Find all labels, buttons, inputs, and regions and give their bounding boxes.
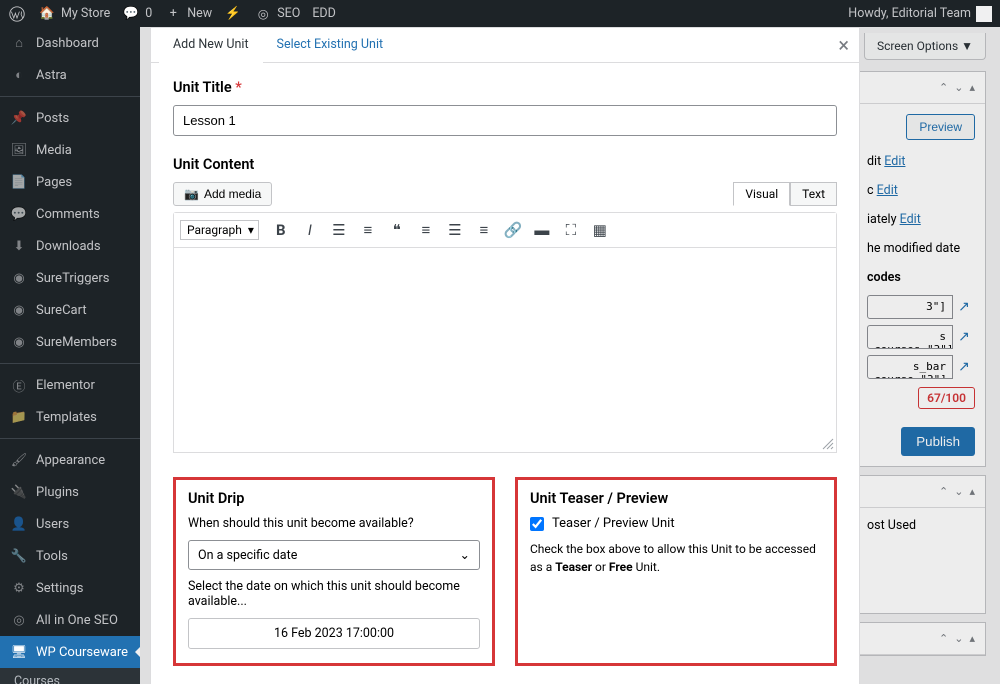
sidebar-item-dashboard[interactable]: ⌂Dashboard [0, 27, 140, 59]
seo-icon: ◎ [254, 5, 272, 23]
home-icon: 🏠 [38, 5, 56, 23]
site-home[interactable]: 🏠 My Store [38, 5, 110, 23]
admin-sidebar: ⌂Dashboard ◐Astra 📌Posts 🖼Media 📄Pages 💬… [0, 27, 140, 684]
plus-icon: + [164, 5, 182, 23]
courseware-icon: 🖥 [10, 643, 28, 661]
dashboard-icon: ⌂ [10, 34, 28, 52]
sidebar-item-elementor[interactable]: ⒺElementor [0, 369, 140, 401]
sidebar-item-tools[interactable]: 🔧Tools [0, 540, 140, 572]
page-icon: 📄 [10, 173, 28, 191]
insert-more-button[interactable]: ▬ [529, 217, 555, 243]
unit-teaser-title: Unit Teaser / Preview [530, 490, 822, 507]
admin-toolbar: 🏠 My Store 💬0 +New ⚡ ◎SEO EDD Howdy, Edit… [0, 0, 1000, 27]
toolbar-toggle-button[interactable]: ▦ [587, 217, 613, 243]
close-icon[interactable]: × [838, 35, 849, 55]
performance-icon: ⚡ [224, 5, 242, 23]
members-icon: ◉ [10, 333, 28, 351]
sidebar-item-appearance[interactable]: 🖌Appearance [0, 444, 140, 476]
elementor-icon: Ⓔ [10, 376, 28, 394]
sidebar-item-surecart[interactable]: ◉SureCart [0, 294, 140, 326]
sidebar-item-posts[interactable]: 📌Posts [0, 102, 140, 134]
brush-icon: 🖌 [10, 451, 28, 469]
cart-icon: ◉ [10, 301, 28, 319]
editor-textarea[interactable] [173, 248, 837, 453]
unit-modal: Add New Unit Select Existing Unit × Unit… [150, 27, 860, 684]
sidebar-item-pages[interactable]: 📄Pages [0, 166, 140, 198]
seo-menu[interactable]: ◎SEO [254, 5, 300, 23]
unit-content-label: Unit Content [173, 156, 837, 173]
sidebar-item-settings[interactable]: ⚙Settings [0, 572, 140, 604]
sidebar-item-users[interactable]: 👤Users [0, 508, 140, 540]
performance[interactable]: ⚡ [224, 5, 242, 23]
chevron-down-icon: ⌄ [460, 547, 470, 563]
trigger-icon: ◉ [10, 269, 28, 287]
unit-title-label: Unit Title * [173, 79, 837, 96]
unit-drip-box: Unit Drip When should this unit become a… [173, 477, 495, 666]
add-media-button[interactable]: 📷Add media [173, 182, 272, 206]
comment-icon: 💬 [122, 5, 140, 23]
avatar-icon [976, 6, 992, 22]
sidebar-item-suretriggers[interactable]: ◉SureTriggers [0, 262, 140, 294]
italic-button[interactable]: I [297, 217, 323, 243]
fullscreen-button[interactable]: ⛶ [558, 217, 584, 243]
teaser-help-text: Check the box above to allow this Unit t… [530, 540, 822, 576]
unit-title-input[interactable] [173, 105, 837, 136]
unit-drip-title: Unit Drip [188, 490, 480, 507]
sidebar-item-courseware[interactable]: 🖥WP Courseware [0, 636, 140, 668]
sidebar-item-downloads[interactable]: ⬇Downloads [0, 230, 140, 262]
sidebar-item-suremembers[interactable]: ◉SureMembers [0, 326, 140, 358]
paragraph-format-select[interactable]: Paragraph ▾ [180, 220, 259, 240]
media-icon: 🖼 [10, 141, 28, 159]
sidebar-item-templates[interactable]: 📁Templates [0, 401, 140, 433]
sidebar-item-media[interactable]: 🖼Media [0, 134, 140, 166]
pin-icon: 📌 [10, 109, 28, 127]
wordpress-icon [8, 5, 26, 23]
bold-button[interactable]: B [268, 217, 294, 243]
drip-type-select[interactable]: On a specific date⌄ [188, 540, 480, 570]
bullet-list-button[interactable]: ☰ [326, 217, 352, 243]
site-name: My Store [61, 6, 110, 21]
drip-date-input[interactable]: 16 Feb 2023 17:00:00 [188, 618, 480, 649]
media-icon: 📷 [184, 187, 199, 201]
sidebar-item-comments[interactable]: 💬Comments [0, 198, 140, 230]
sidebar-item-plugins[interactable]: 🔌Plugins [0, 476, 140, 508]
tab-add-unit[interactable]: Add New Unit [159, 28, 263, 63]
drip-help-text: Select the date on which this unit shoul… [188, 579, 480, 609]
astra-icon: ◐ [10, 66, 28, 84]
plugin-icon: 🔌 [10, 483, 28, 501]
settings-icon: ⚙ [10, 579, 28, 597]
user-greeting[interactable]: Howdy, Editorial Team [848, 6, 992, 22]
align-left-button[interactable]: ≡ [413, 217, 439, 243]
wrench-icon: 🔧 [10, 547, 28, 565]
editor-tab-text[interactable]: Text [790, 182, 837, 206]
tab-select-existing[interactable]: Select Existing Unit [263, 28, 398, 62]
user-icon: 👤 [10, 515, 28, 533]
aioseo-icon: ◎ [10, 611, 28, 629]
submenu-courses[interactable]: Courses [0, 668, 140, 684]
sidebar-item-aioseo[interactable]: ◎All in One SEO [0, 604, 140, 636]
teaser-checkbox-label: Teaser / Preview Unit [552, 516, 675, 531]
teaser-checkbox[interactable] [530, 517, 544, 531]
edd-menu[interactable]: EDD [312, 6, 336, 21]
editor-tab-visual[interactable]: Visual [733, 182, 790, 206]
numbered-list-button[interactable]: ≡ [355, 217, 381, 243]
drip-question: When should this unit become available? [188, 516, 480, 531]
templates-icon: 📁 [10, 408, 28, 426]
wp-logo[interactable] [8, 5, 26, 23]
align-center-button[interactable]: ☰ [442, 217, 468, 243]
resize-handle-icon[interactable] [822, 438, 834, 450]
link-button[interactable]: 🔗 [500, 217, 526, 243]
blockquote-button[interactable]: ❝ [384, 217, 410, 243]
align-right-button[interactable]: ≡ [471, 217, 497, 243]
new-content[interactable]: +New [164, 5, 212, 23]
comment-icon: 💬 [10, 205, 28, 223]
unit-teaser-box: Unit Teaser / Preview Teaser / Preview U… [515, 477, 837, 666]
comments-link[interactable]: 💬0 [122, 5, 152, 23]
sidebar-item-astra[interactable]: ◐Astra [0, 59, 140, 91]
download-icon: ⬇ [10, 237, 28, 255]
